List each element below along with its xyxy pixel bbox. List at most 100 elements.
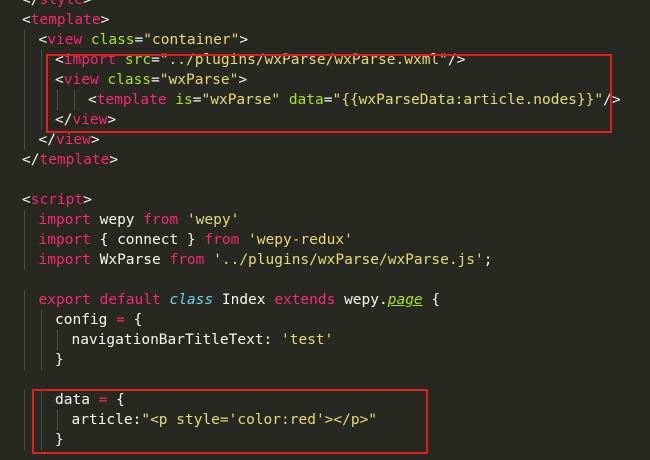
indent-guide [57, 410, 58, 430]
code-line: data = { [55, 390, 125, 410]
code-token: script [30, 192, 84, 208]
code-token: wepy [90, 212, 144, 228]
indent-guide [24, 130, 25, 150]
code-token: 'wepy-redux' [248, 232, 353, 248]
code-token: Index [213, 292, 275, 308]
code-token: > [239, 32, 249, 48]
indent-guide [73, 90, 75, 110]
code-line: import { connect } from 'wepy-redux' [39, 230, 353, 250]
code-token: data [55, 392, 90, 408]
code-token: { [133, 312, 143, 328]
code-line: </style> [22, 0, 92, 10]
code-token: template [96, 92, 167, 108]
indent-guide [24, 230, 25, 250]
code-token: = [89, 392, 117, 408]
code-token: "wxParse" [201, 92, 281, 108]
code-token: > [238, 72, 248, 88]
code-token: < [88, 92, 97, 108]
code-token: article: [71, 412, 142, 428]
code-token: { connect } [90, 232, 205, 248]
indent-guide [24, 30, 25, 50]
indent-guide [24, 90, 25, 110]
indent-guide [40, 310, 42, 330]
code-token: from [143, 212, 179, 228]
code-token: src [124, 52, 152, 68]
code-line: </view> [55, 110, 116, 130]
indent-guide [24, 310, 25, 330]
code-token: > [109, 152, 119, 168]
code-token: export [38, 292, 91, 308]
indent-guide [24, 110, 25, 130]
code-token: = [134, 32, 144, 48]
code-token: 'test' [281, 332, 334, 348]
code-token: </ [22, 152, 40, 168]
code-token: class [107, 72, 152, 88]
code-token: default [99, 292, 161, 308]
code-token: < [22, 192, 31, 208]
code-token: navigationBarTitleText: [71, 332, 282, 348]
code-line: import wepy from 'wepy' [39, 210, 240, 230]
code-token: /> [447, 52, 466, 68]
code-token: class [90, 32, 135, 48]
code-token: "{{wxParseData:article.nodes}}" [332, 92, 604, 108]
code-token: } [55, 352, 64, 368]
indent-guide [40, 50, 42, 70]
code-token: /> [603, 92, 621, 108]
code-token: < [55, 72, 64, 88]
code-token: import [38, 232, 91, 248]
code-token: > [90, 132, 100, 148]
code-token: = [151, 72, 160, 88]
code-line: config = { [55, 310, 142, 330]
code-token: ; [483, 252, 493, 268]
code-token: 'wepy' [186, 212, 240, 228]
code-token: import [38, 252, 91, 268]
code-token: > [83, 0, 92, 8]
code-token: view [63, 72, 99, 88]
indent-guide [40, 70, 42, 90]
code-token: '../plugins/wxParse/wxParse.js' [213, 252, 484, 268]
code-token: from [169, 252, 205, 268]
code-line: navigationBarTitleText: 'test' [72, 330, 334, 350]
code-token: class [169, 292, 214, 308]
indent-guide [40, 430, 42, 450]
code-token: page [387, 292, 423, 308]
code-token: import [63, 52, 117, 68]
code-token: import [38, 212, 91, 228]
code-line: <import src="../plugins/wxParse/wxParse.… [55, 50, 465, 70]
code-token: { [116, 392, 125, 408]
code-editor[interactable]: } article:"<p style='color:red'></p>" data… [0, 0, 650, 460]
code-line: <template> [22, 10, 109, 30]
code-token: data [288, 92, 324, 108]
indent-guide [24, 70, 25, 90]
indent-guide [24, 250, 25, 270]
code-token: < [55, 52, 64, 68]
code-line: <view class="wxParse"> [55, 70, 247, 90]
indent-guide [24, 390, 25, 410]
code-line: <script> [22, 190, 92, 210]
code-token: = [192, 92, 202, 108]
code-token: "wxParse" [159, 72, 239, 88]
code-token: template [39, 152, 110, 168]
code-line: <template is="wxParse" data="{{wxParseDa… [88, 90, 621, 110]
code-line: </view> [39, 130, 100, 150]
code-token: view [72, 112, 108, 128]
code-token: </ [22, 0, 40, 8]
code-token: } [55, 432, 64, 448]
code-line: } [55, 350, 64, 370]
indent-guide [24, 330, 25, 350]
code-token: is [175, 92, 193, 108]
code-line: } [55, 430, 64, 450]
code-line: import WxParse from '../plugins/wxParse/… [39, 250, 493, 270]
code-line: article:"<p style='color:red'></p>" [72, 410, 378, 430]
code-token: < [22, 12, 31, 28]
code-token: = [107, 312, 134, 328]
indent-guide [40, 90, 42, 110]
indent-guide [40, 350, 42, 370]
indent-guide [24, 50, 25, 70]
